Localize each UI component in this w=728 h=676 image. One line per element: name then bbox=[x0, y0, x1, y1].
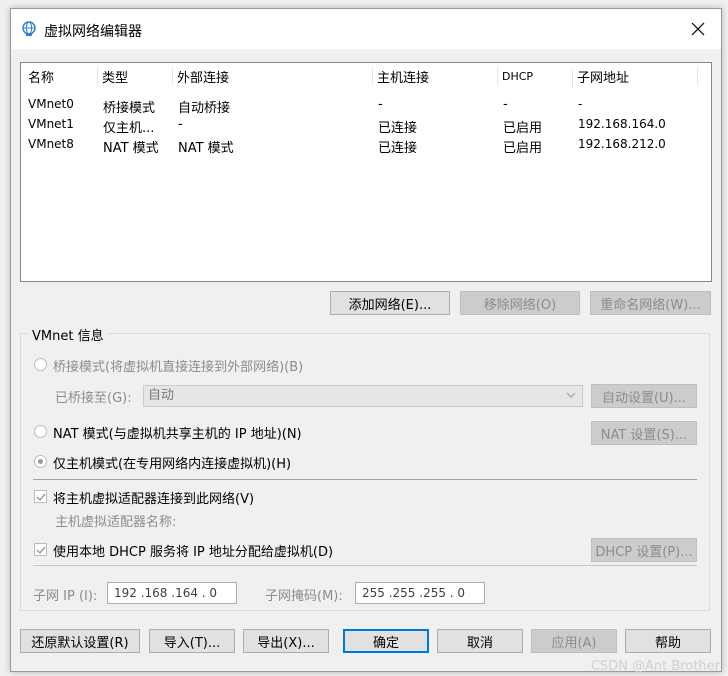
close-icon bbox=[691, 22, 705, 36]
help-button[interactable]: 帮助 bbox=[625, 629, 711, 653]
list-header: 名称 类型 外部连接 主机连接 DHCP 子网地址 bbox=[21, 63, 711, 88]
import-button[interactable]: 导入(T)... bbox=[149, 629, 235, 653]
vmnet-info-group: VMnet 信息 桥接模式(将虚拟机直接连接到外部网络)(B) 已桥接至(G):… bbox=[20, 325, 710, 611]
dhcp-settings-button[interactable]: DHCP 设置(P)... bbox=[591, 538, 697, 562]
use-dhcp-checkbox[interactable] bbox=[34, 543, 47, 556]
bridged-to-value: 自动 bbox=[148, 388, 175, 403]
use-dhcp-label: 使用本地 DHCP 服务将 IP 地址分配给虚拟机(D) bbox=[53, 545, 334, 560]
cell-dhcp: 已启用 bbox=[503, 141, 543, 156]
virtual-network-editor-window: 虚拟网络编辑器 名称 类型 外部连接 主机连接 DHCP 子网地址 VMnet0… bbox=[10, 8, 722, 672]
cell-external: 自动桥接 bbox=[178, 101, 231, 116]
subnet-mask-label: 子网掩码(M): bbox=[265, 589, 343, 604]
network-list[interactable]: 名称 类型 外部连接 主机连接 DHCP 子网地址 VMnet0 桥接模式 自动… bbox=[20, 62, 712, 282]
bridge-mode-label: 桥接模式(将虚拟机直接连接到外部网络)(B) bbox=[53, 360, 304, 375]
cell-dhcp: 已启用 bbox=[503, 121, 543, 136]
cell-name: VMnet0 bbox=[28, 97, 74, 111]
column-header-host[interactable]: 主机连接 bbox=[373, 67, 498, 86]
restore-defaults-button[interactable]: 还原默认设置(R) bbox=[20, 629, 140, 653]
apply-button[interactable]: 应用(A) bbox=[531, 629, 617, 653]
bridge-mode-radio[interactable] bbox=[34, 358, 47, 371]
vmnet-info-title: VMnet 信息 bbox=[29, 325, 107, 344]
cell-type: NAT 模式 bbox=[103, 141, 159, 156]
nat-settings-button[interactable]: NAT 设置(S)... bbox=[591, 421, 697, 445]
divider bbox=[33, 479, 697, 480]
cell-external: NAT 模式 bbox=[178, 141, 234, 156]
chevron-down-icon bbox=[566, 392, 576, 398]
column-header-name[interactable]: 名称 bbox=[24, 67, 98, 86]
rename-network-button[interactable]: 重命名网络(W)... bbox=[590, 291, 711, 315]
cell-external: - bbox=[178, 117, 183, 132]
nat-mode-label: NAT 模式(与虚拟机共享主机的 IP 地址)(N) bbox=[53, 427, 302, 442]
window-title: 虚拟网络编辑器 bbox=[44, 24, 142, 40]
cell-type: 桥接模式 bbox=[103, 101, 156, 116]
cancel-button[interactable]: 取消 bbox=[437, 629, 523, 653]
subnet-ip-label: 子网 IP (I): bbox=[33, 589, 98, 604]
column-header-external[interactable]: 外部连接 bbox=[173, 67, 373, 86]
table-row[interactable]: VMnet1 仅主机... - 已连接 已启用 192.168.164.0 bbox=[21, 117, 711, 137]
adapter-name-label: 主机虚拟适配器名称: bbox=[55, 515, 177, 530]
host-only-mode-radio[interactable] bbox=[34, 455, 47, 468]
table-row[interactable]: VMnet0 桥接模式 自动桥接 - - - bbox=[21, 97, 711, 117]
ok-button[interactable]: 确定 bbox=[343, 629, 429, 653]
cell-type: 仅主机... bbox=[103, 121, 155, 136]
bridged-to-label: 已桥接至(G): bbox=[55, 391, 132, 406]
column-header-subnet[interactable]: 子网地址 bbox=[573, 67, 698, 86]
add-network-button[interactable]: 添加网络(E)... bbox=[330, 291, 450, 315]
connect-adapter-label: 将主机虚拟适配器连接到此网络(V) bbox=[53, 492, 255, 507]
remove-network-button[interactable]: 移除网络(O) bbox=[460, 291, 580, 315]
cell-subnet: 192.168.164.0 bbox=[578, 117, 666, 131]
cell-host: - bbox=[378, 97, 383, 112]
watermark: CSDN @Ant Brother bbox=[590, 659, 720, 674]
checkmark-icon bbox=[36, 493, 46, 502]
checkmark-icon bbox=[36, 546, 46, 555]
column-header-dhcp[interactable]: DHCP bbox=[498, 70, 573, 88]
auto-settings-button[interactable]: 自动设置(U)... bbox=[591, 384, 697, 408]
subnet-ip-input[interactable]: 192 .168 .164 . 0 bbox=[107, 582, 237, 604]
table-row[interactable]: VMnet8 NAT 模式 NAT 模式 已连接 已启用 192.168.212… bbox=[21, 137, 711, 157]
divider bbox=[33, 565, 697, 566]
connect-adapter-checkbox[interactable] bbox=[34, 490, 47, 503]
cell-name: VMnet1 bbox=[28, 117, 74, 131]
subnet-mask-input[interactable]: 255 .255 .255 . 0 bbox=[355, 582, 485, 604]
cell-name: VMnet8 bbox=[28, 137, 74, 151]
close-button[interactable] bbox=[675, 9, 721, 49]
export-button[interactable]: 导出(X)... bbox=[243, 629, 329, 653]
column-header-type[interactable]: 类型 bbox=[98, 67, 173, 86]
network-globe-icon bbox=[22, 21, 36, 36]
host-only-mode-label: 仅主机模式(在专用网络内连接虚拟机)(H) bbox=[53, 457, 292, 472]
bridged-to-select[interactable]: 自动 bbox=[143, 385, 583, 407]
cell-host: 已连接 bbox=[378, 121, 418, 136]
cell-dhcp: - bbox=[503, 97, 508, 112]
cell-subnet: 192.168.212.0 bbox=[578, 137, 666, 151]
cell-host: 已连接 bbox=[378, 141, 418, 156]
cell-subnet: - bbox=[578, 97, 583, 111]
title-bar: 虚拟网络编辑器 bbox=[11, 9, 721, 49]
nat-mode-radio[interactable] bbox=[34, 425, 47, 438]
